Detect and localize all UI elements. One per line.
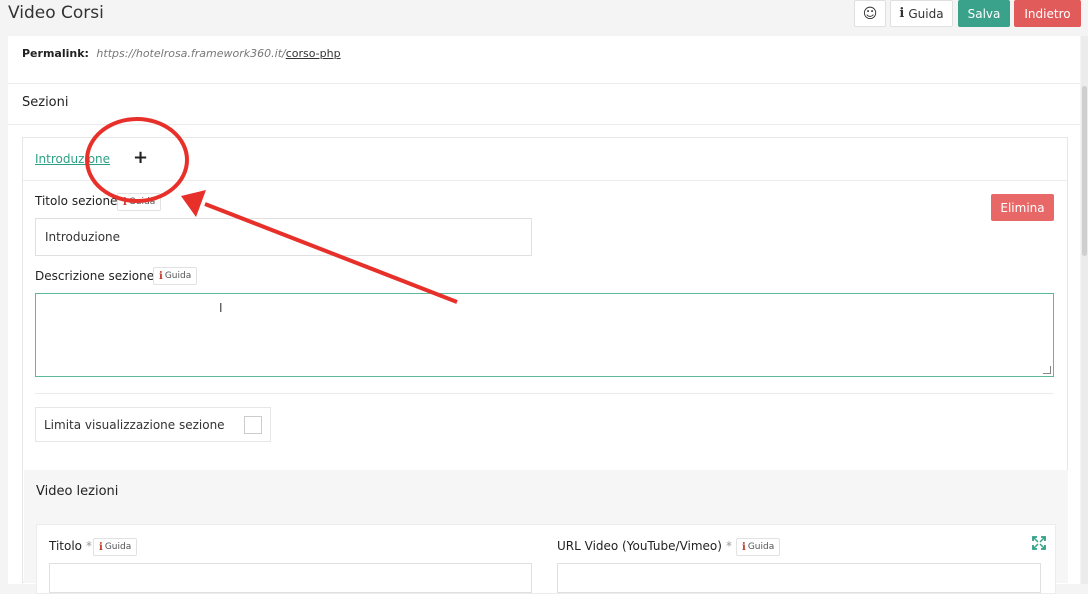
page-title: Video Corsi — [8, 3, 104, 23]
guida-badge[interactable]: i Guida — [736, 538, 781, 556]
info-icon: i — [899, 6, 905, 21]
video-url-input[interactable] — [557, 563, 1041, 593]
main-panel: Permalink: https://hotelrosa.framework36… — [8, 36, 1080, 594]
divider — [35, 393, 1054, 394]
video-titolo-input[interactable] — [49, 563, 532, 593]
info-icon: i — [99, 541, 103, 553]
limita-checkbox[interactable] — [244, 416, 262, 434]
limita-visualizzazione-toggle[interactable]: Limita visualizzazione sezione — [35, 407, 271, 442]
add-section-button[interactable]: + — [133, 147, 148, 168]
expand-icon[interactable] — [1031, 535, 1047, 551]
guida-badge[interactable]: i Guida — [117, 193, 162, 211]
guida-button[interactable]: i Guida — [890, 0, 953, 27]
limita-label: Limita visualizzazione sezione — [44, 418, 225, 432]
elimina-button[interactable]: Elimina — [991, 194, 1054, 221]
video-url-label: URL Video (YouTube/Vimeo) * — [557, 539, 732, 553]
indietro-button[interactable]: Indietro — [1014, 0, 1081, 27]
top-bar: Video Corsi ☺ i Guida Salva Indietro — [0, 0, 1088, 36]
video-titolo-label: Titolo * — [49, 539, 93, 553]
divider — [8, 83, 1080, 84]
text-cursor-icon: I — [219, 301, 223, 315]
permalink: Permalink: https://hotelrosa.framework36… — [22, 47, 341, 60]
divider — [23, 180, 1067, 181]
titolo-sezione-input[interactable]: Introduzione — [35, 218, 532, 256]
permalink-slug-link[interactable]: corso-php — [286, 47, 341, 60]
salva-button[interactable]: Salva — [958, 0, 1010, 27]
scrollbar-thumb[interactable] — [1082, 86, 1087, 256]
scrollbar[interactable] — [1081, 36, 1088, 584]
info-icon: i — [123, 196, 127, 208]
titolo-sezione-label: Titolo sezione — [35, 194, 118, 208]
info-icon: i — [159, 270, 163, 282]
resize-grip-icon[interactable] — [1043, 366, 1051, 374]
tab-introduzione[interactable]: Introduzione — [35, 152, 110, 166]
divider — [8, 124, 1080, 125]
video-lezioni-section: Video lezioni Titolo * i Guida URL Video (… — [24, 470, 1068, 594]
video-lezioni-heading: Video lezioni — [36, 484, 119, 499]
descrizione-sezione-label: Descrizione sezione — [35, 269, 155, 283]
guida-badge[interactable]: i Guida — [153, 267, 198, 285]
sezioni-heading: Sezioni — [22, 95, 69, 110]
guida-badge[interactable]: i Guida — [93, 538, 138, 556]
info-icon: i — [742, 541, 746, 553]
smiley-icon[interactable]: ☺ — [854, 0, 886, 27]
permalink-base-url: https://hotelrosa.framework360.it/ — [96, 47, 286, 60]
section-card: Introduzione + Titolo sezione i Guida Int… — [22, 137, 1068, 594]
permalink-label: Permalink: — [22, 47, 89, 60]
descrizione-sezione-textarea[interactable]: I — [35, 293, 1054, 377]
